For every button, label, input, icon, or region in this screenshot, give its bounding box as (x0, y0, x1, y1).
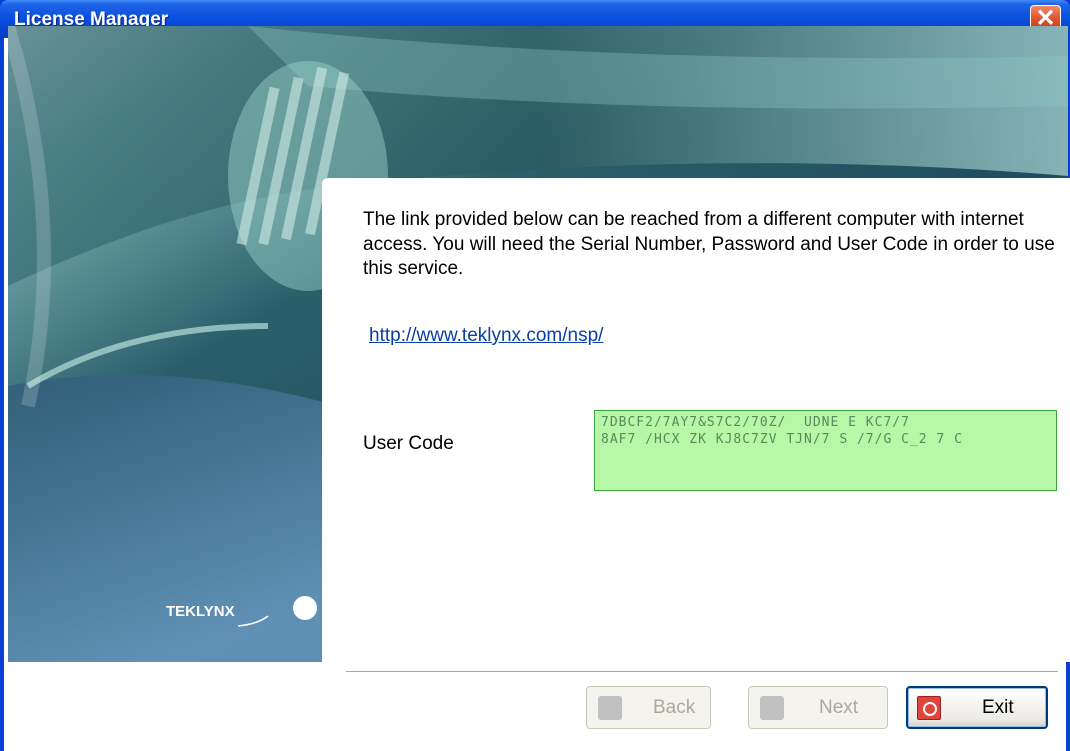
user-code-field[interactable]: 7DBCF2/7AY7&S7C2/70Z/ UDNE E KC7/7 8AF7 … (594, 410, 1057, 491)
nsp-link[interactable]: http://www.teklynx.com/nsp/ (369, 325, 603, 347)
next-button[interactable]: Next (748, 686, 888, 729)
user-code-label: User Code (363, 433, 454, 454)
exit-icon (917, 695, 941, 720)
back-icon (598, 695, 622, 720)
exit-button[interactable]: Exit (906, 686, 1048, 729)
instructions-text: The link provided below can be reached f… (363, 209, 1055, 279)
next-icon (760, 695, 784, 720)
back-button-label: Back (653, 696, 696, 718)
license-manager-window: License Manager ✕ TEKLYNX The link provi… (0, 0, 1070, 751)
back-button[interactable]: Back (586, 686, 711, 729)
teklynx-logo-text: TEKLYNX (166, 603, 235, 620)
exit-button-label: Exit (982, 696, 1014, 718)
user-code-value: 7DBCF2/7AY7&S7C2/70Z/ UDNE E KC7/7 8AF7 … (601, 415, 963, 447)
divider (346, 671, 1058, 673)
next-button-label: Next (819, 696, 859, 718)
